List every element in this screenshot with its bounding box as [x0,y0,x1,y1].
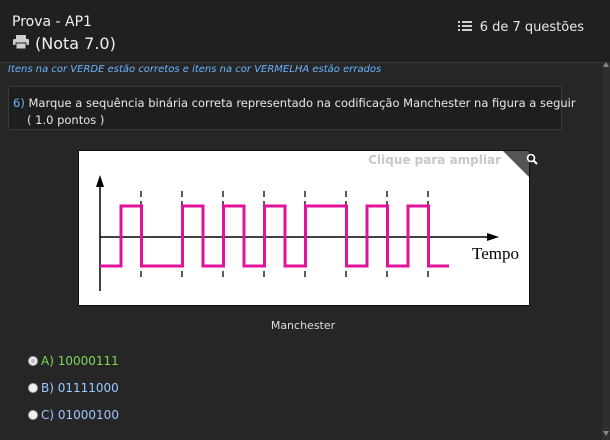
scroll-up-arrow[interactable] [603,62,609,67]
question-number: 6) [13,96,25,110]
option-c[interactable]: C) 01000100 [28,408,119,422]
x-axis-arrow [487,233,499,241]
question-progress[interactable]: 6 de 7 questões [457,20,584,35]
signal-waveform [100,204,449,268]
progress-text: 6 de 7 questões [479,20,584,35]
printer-icon[interactable] [12,34,30,53]
option-a-label: A) 10000111 [41,354,119,368]
question-points: ( 1.0 pontos ) [27,113,105,127]
radio-c[interactable] [28,410,38,420]
question-box: 6) Marque a sequência binária correta re… [8,86,576,130]
exam-header: Prova - AP1 (Nota 7.0) 6 de 7 questões [0,0,610,63]
scrollbar[interactable] [602,62,610,440]
x-axis-label: Tempo [472,244,519,263]
radio-b[interactable] [28,383,38,393]
manchester-figure[interactable]: Tempo Clique para ampliar [78,150,538,306]
question-statement: Marque a sequência binária correta repre… [28,96,576,110]
list-icon [457,20,472,35]
grade-row: (Nota 7.0) [12,34,116,53]
option-c-label: C) 01000100 [41,408,119,422]
color-legend: Itens na cor VERDE estão corretos e iten… [8,64,382,75]
y-axis-arrow [96,175,104,187]
option-b[interactable]: B) 01111000 [28,381,119,395]
question-text: 6) Marque a sequência binária correta re… [13,96,576,110]
exam-title: Prova - AP1 [12,14,92,30]
manchester-signal-chart: Tempo [96,175,519,291]
figure-caption: Manchester [270,319,336,332]
grade-text: (Nota 7.0) [35,34,116,53]
option-b-label: B) 01111000 [41,381,119,395]
zoom-hint[interactable]: Clique para ampliar [368,153,501,167]
option-a[interactable]: A) 10000111 [28,354,119,368]
scroll-down-arrow[interactable] [603,431,609,436]
radio-a[interactable] [28,356,38,366]
